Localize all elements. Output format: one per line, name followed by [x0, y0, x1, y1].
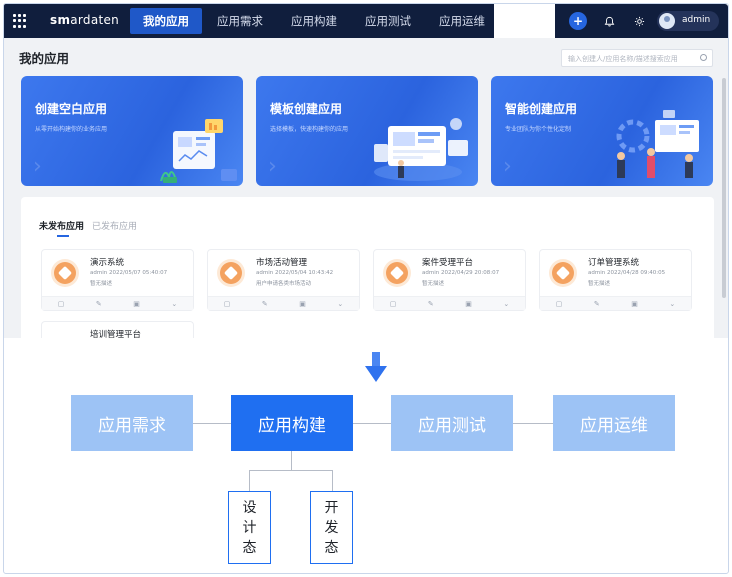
- edit-icon[interactable]: ✎: [594, 300, 600, 308]
- stage-build: 应用构建: [231, 395, 353, 451]
- branch-line: [249, 470, 333, 471]
- edit-icon[interactable]: ✎: [262, 300, 268, 308]
- more-icon[interactable]: ⌄: [669, 300, 675, 308]
- stage-test: 应用测试: [391, 395, 513, 451]
- more-icon[interactable]: ⌄: [503, 300, 509, 308]
- my-apps-page: 我的应用 输入创建人/应用名称/描述搜索应用 创建空白应用 从零开始构建你的业务…: [4, 38, 728, 338]
- more-icon[interactable]: ⌄: [337, 300, 343, 308]
- stage-requirements: 应用需求: [71, 395, 193, 451]
- app-card[interactable]: 演示系统 admin 2022/05/07 05:40:07 暂无描述 ▢ ✎ …: [41, 249, 194, 311]
- edit-icon[interactable]: ✎: [428, 300, 434, 308]
- app-icon: [54, 262, 76, 284]
- nav-item-test[interactable]: 应用测试: [352, 8, 424, 34]
- smart-app-illustration: [616, 110, 699, 178]
- app-icon: [552, 262, 574, 284]
- user-name: admin: [682, 15, 711, 25]
- top-navigation: smardaten 我的应用 应用需求 应用构建 应用测试 应用运维 + adm…: [4, 4, 728, 38]
- chevron-right-icon: ›: [33, 154, 42, 179]
- page-title: 我的应用: [19, 51, 70, 66]
- chevron-right-icon: ›: [268, 154, 277, 179]
- app-icon: [386, 262, 408, 284]
- stage-operations: 应用运维: [553, 395, 675, 451]
- template-app-illustration: [374, 118, 468, 181]
- template-app-card[interactable]: 模板创建应用 选择模板，快速构建你的应用 ›: [256, 76, 478, 186]
- user-menu[interactable]: admin: [657, 11, 719, 31]
- copy-icon[interactable]: ▢: [58, 300, 65, 308]
- app-card[interactable]: 培训管理平台: [41, 321, 194, 338]
- nav-menu: 我的应用 应用需求 应用构建 应用测试 应用运维: [130, 8, 500, 34]
- app-card[interactable]: 订单管理系统 admin 2022/04/28 09:40:05 暂无描述 ▢ …: [539, 249, 692, 311]
- copy-icon[interactable]: ▢: [224, 300, 231, 308]
- down-arrow-icon: [365, 352, 387, 382]
- preview-icon[interactable]: ▣: [133, 300, 140, 308]
- tab-unpublished[interactable]: 未发布应用: [39, 219, 84, 237]
- copy-icon[interactable]: ▢: [556, 300, 563, 308]
- bell-icon[interactable]: [600, 12, 618, 30]
- add-button[interactable]: +: [569, 12, 587, 30]
- search-input[interactable]: 输入创建人/应用名称/描述搜索应用: [561, 49, 713, 67]
- branch-line: [291, 451, 292, 470]
- app-tabs: 未发布应用 已发布应用: [39, 219, 145, 237]
- tab-published[interactable]: 已发布应用: [92, 219, 137, 237]
- app-card[interactable]: 案件受理平台 admin 2022/04/29 20:08:07 暂无描述 ▢ …: [373, 249, 526, 311]
- search-icon: [700, 54, 707, 61]
- connector-line: [193, 423, 231, 424]
- nav-item-requirements[interactable]: 应用需求: [204, 8, 276, 34]
- copy-icon[interactable]: ▢: [390, 300, 397, 308]
- more-icon[interactable]: ⌄: [171, 300, 177, 308]
- app-list-panel: 未发布应用 已发布应用 演示系统 admin 2022/05/07 05:40:…: [21, 197, 714, 338]
- sub-stage-design: 设 计 态: [228, 491, 271, 564]
- edit-icon[interactable]: ✎: [96, 300, 102, 308]
- avatar: [659, 13, 675, 29]
- branch-line: [332, 470, 333, 491]
- blank-app-illustration: [160, 119, 237, 183]
- smart-app-card[interactable]: 智能创建应用 专业团队为你个性化定制 ›: [491, 76, 713, 186]
- app-card-actions: ▢ ✎ ▣ ⌄: [208, 296, 359, 310]
- app-card-actions: ▢ ✎ ▣ ⌄: [42, 296, 193, 310]
- nav-item-operations[interactable]: 应用运维: [426, 8, 498, 34]
- branch-line: [249, 470, 250, 491]
- brand-logo[interactable]: smardaten: [50, 13, 119, 27]
- app-icon: [220, 262, 242, 284]
- app-card-actions: ▢ ✎ ▣ ⌄: [540, 296, 691, 310]
- connector-line: [513, 423, 553, 424]
- nav-item-build[interactable]: 应用构建: [278, 8, 350, 34]
- scrollbar[interactable]: [722, 78, 726, 298]
- gear-icon[interactable]: [630, 12, 648, 30]
- preview-icon[interactable]: ▣: [631, 300, 638, 308]
- nav-item-my-apps[interactable]: 我的应用: [130, 8, 202, 34]
- sub-stage-develop: 开 发 态: [310, 491, 353, 564]
- screenshot-frame: smardaten 我的应用 应用需求 应用构建 应用测试 应用运维 + adm…: [3, 3, 729, 574]
- app-card[interactable]: 市场活动管理 admin 2022/05/04 10:43:42 用户申请各类市…: [207, 249, 360, 311]
- chevron-right-icon: ›: [503, 154, 512, 179]
- preview-icon[interactable]: ▣: [465, 300, 472, 308]
- create-blank-app-card[interactable]: 创建空白应用 从零开始构建你的业务应用 ›: [21, 76, 243, 186]
- preview-icon[interactable]: ▣: [299, 300, 306, 308]
- connector-line: [353, 423, 391, 424]
- app-grid-icon[interactable]: [13, 14, 27, 28]
- app-card-actions: ▢ ✎ ▣ ⌄: [374, 296, 525, 310]
